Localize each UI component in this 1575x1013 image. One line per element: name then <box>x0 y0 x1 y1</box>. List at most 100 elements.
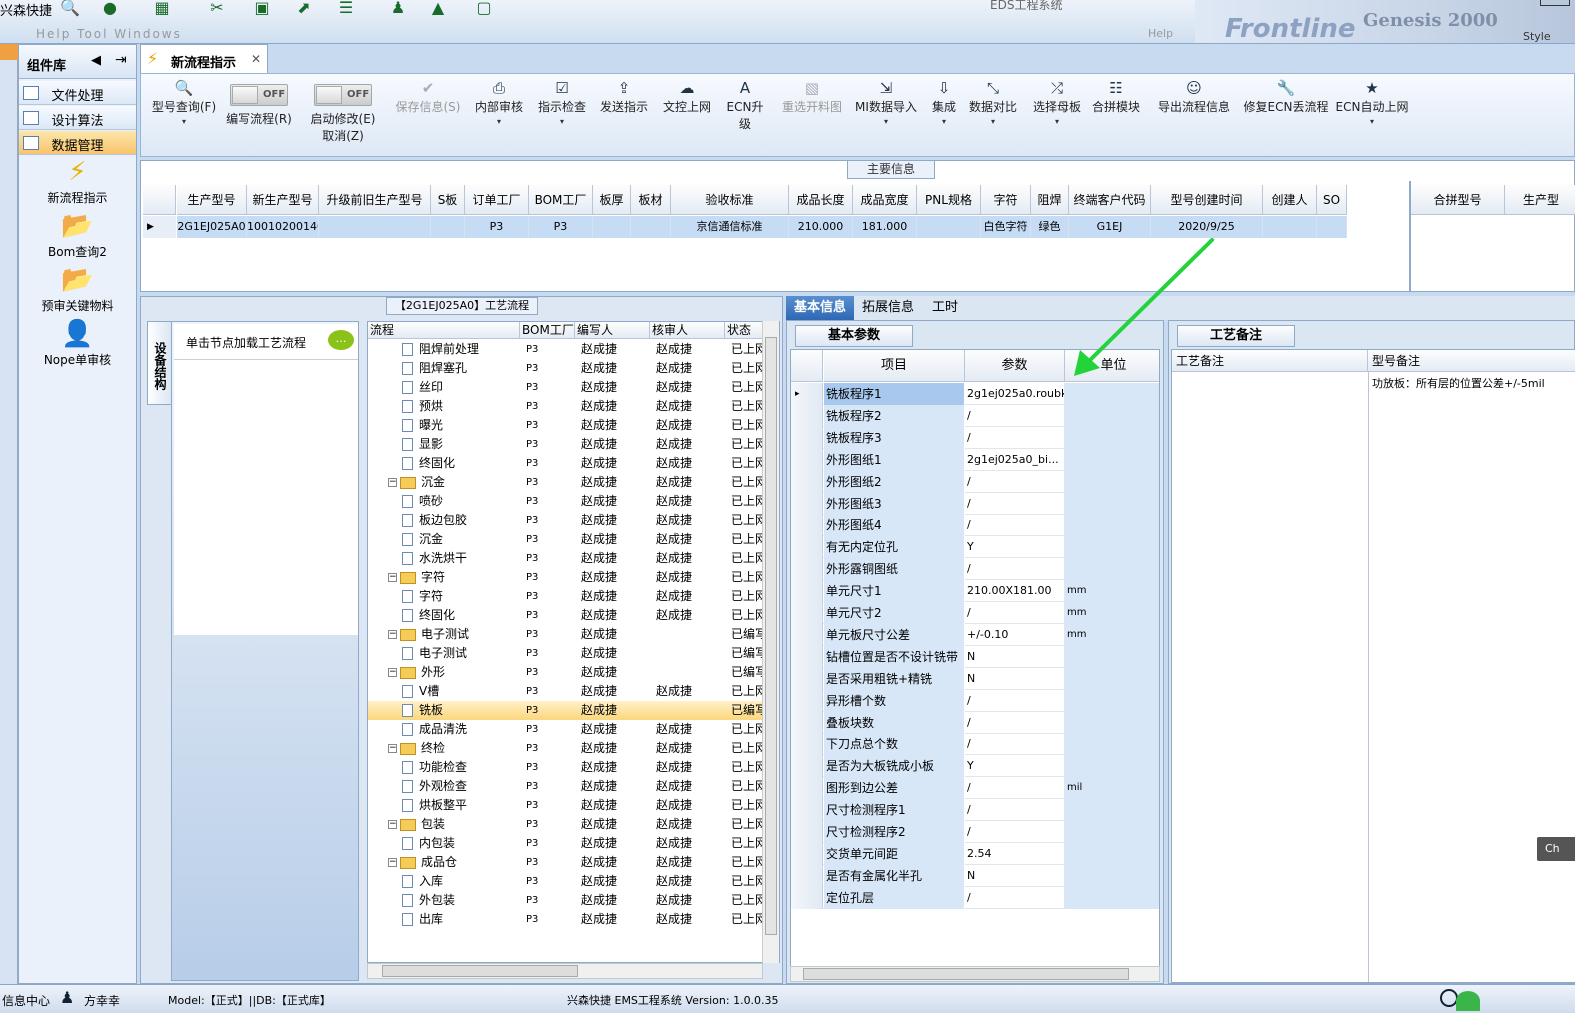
column-header[interactable]: 成品宽度 <box>853 185 917 215</box>
param-row[interactable]: 单元板尺寸公差 +/-0.10 mm <box>791 623 1159 646</box>
search-icon[interactable]: 🔍 <box>58 0 82 16</box>
scissors-icon[interactable]: ✂ <box>205 0 229 16</box>
tree-column-header[interactable]: 核审人 <box>650 322 725 339</box>
window-controls[interactable] <box>1540 0 1570 6</box>
column-header[interactable]: PNL规格 <box>917 185 981 215</box>
tree-row[interactable]: 曝光 P3 赵成捷 赵成捷 已上网 <box>368 416 765 435</box>
grid-cell[interactable]: 210.000 <box>789 216 853 238</box>
param-row[interactable]: 外形图纸2/ <box>791 470 1159 493</box>
tree-row[interactable]: V槽 P3 赵成捷 赵成捷 已上网 <box>368 682 765 701</box>
tree-row[interactable]: − 终检 P3 赵成捷 赵成捷 已上网 <box>368 739 765 758</box>
param-row[interactable]: 外形图纸3/ <box>791 492 1159 515</box>
tree-node[interactable]: 阻焊前处理 <box>402 340 520 359</box>
tree-row[interactable]: 内包装 P3 赵成捷 赵成捷 已上网 <box>368 834 765 853</box>
tree-node[interactable]: − 字符 <box>388 568 520 587</box>
tree-node[interactable]: − 终检 <box>388 739 520 758</box>
param-row[interactable]: 图形到边公差 / mil <box>791 777 1159 800</box>
param-row[interactable]: 是否采用粗铣+精铣 N <box>791 667 1159 690</box>
param-row[interactable]: 是否为大板铣成小板 Y <box>791 755 1159 778</box>
collapse-icon[interactable]: − <box>388 858 397 867</box>
tree-row[interactable]: 预烘 P3 赵成捷 赵成捷 已上网 <box>368 397 765 416</box>
param-row[interactable]: ▸ 铣板程序1 2g1ej025a0.roubk <box>791 383 1159 405</box>
tree-row[interactable]: − 外形 P3 赵成捷 已编写 <box>368 663 765 682</box>
param-row[interactable]: 下刀点总个数 / <box>791 733 1159 756</box>
tree-node[interactable]: 入库 <box>402 872 520 891</box>
params-column-header[interactable]: 项目 <box>824 350 965 382</box>
column-header[interactable]: 阻焊 <box>1031 185 1069 215</box>
grid-cell[interactable] <box>593 216 631 238</box>
tree-row[interactable]: 外包装 P3 赵成捷 赵成捷 已上网 <box>368 891 765 910</box>
tree-row[interactable]: 入库 P3 赵成捷 赵成捷 已上网 <box>368 872 765 891</box>
toolbar-button[interactable]: ⇩ 集成 ▾ <box>927 78 961 126</box>
param-row[interactable]: 叠板块数 / <box>791 711 1159 734</box>
export-icon[interactable]: ⬈ <box>292 0 316 16</box>
toolbar-button[interactable]: ☑ 指示检查 ▾ <box>533 78 591 126</box>
grid-cell[interactable]: 白色字符 <box>981 216 1031 238</box>
column-header[interactable]: 订单工厂 <box>465 185 529 215</box>
param-value[interactable]: / <box>965 733 1065 756</box>
param-value[interactable]: / <box>965 514 1065 537</box>
collapse-icon[interactable]: − <box>388 820 397 829</box>
tab-2[interactable]: 工时 <box>922 296 968 320</box>
params-column-header[interactable]: 参数 <box>965 350 1065 382</box>
tree-node[interactable]: V槽 <box>402 682 520 701</box>
param-value[interactable]: / <box>965 821 1065 843</box>
collapse-left-icon[interactable]: ◀ <box>91 53 101 68</box>
column-header[interactable]: BOM工厂 <box>529 185 593 215</box>
grid-cell[interactable] <box>431 216 465 238</box>
tab-new-flow-instruction[interactable]: ⚡ 新流程指示 ✕ <box>140 44 268 74</box>
tree-row[interactable]: 字符 P3 赵成捷 赵成捷 已上网 <box>368 587 765 606</box>
grid-cell[interactable]: 10010200140793 <box>247 216 319 238</box>
grid-cell[interactable]: 京信通信标准 <box>671 216 789 238</box>
tree-row[interactable]: 喷砂 P3 赵成捷 赵成捷 已上网 <box>368 492 765 511</box>
tree-row[interactable]: 水洗烘干 P3 赵成捷 赵成捷 已上网 <box>368 549 765 568</box>
tree-node[interactable]: 水洗烘干 <box>402 549 520 568</box>
param-row[interactable]: 外形露铜图纸 / <box>791 558 1159 581</box>
param-row[interactable]: 单元尺寸2/mm <box>791 602 1159 624</box>
param-value[interactable]: N <box>965 864 1065 887</box>
grid-cell[interactable]: P3 <box>529 216 593 238</box>
column-header[interactable]: 板厚 <box>593 185 631 215</box>
grid-cell[interactable]: P3 <box>465 216 529 238</box>
tree-node[interactable]: 沉金 <box>402 530 520 549</box>
param-value[interactable]: / <box>965 558 1065 581</box>
tree-row[interactable]: 功能检查 P3 赵成捷 赵成捷 已上网 <box>368 758 765 777</box>
cancel-label[interactable]: 取消(Z) <box>307 127 379 144</box>
toolbar-button[interactable]: ☁ 文控上网 <box>659 78 715 115</box>
column-header[interactable]: 成品长度 <box>789 185 853 215</box>
tab-device-structure[interactable]: 设备结构 <box>147 321 171 405</box>
style-menu[interactable]: Style <box>1523 30 1551 43</box>
start-modify-toggle[interactable]: OFF <box>314 84 372 106</box>
grid-cell[interactable] <box>319 216 431 238</box>
param-value[interactable]: / <box>965 404 1065 427</box>
tree-node[interactable]: − 电子测试 <box>388 625 520 644</box>
param-row[interactable]: 是否有金属化半孔 N <box>791 864 1159 887</box>
tree-node[interactable]: 电子测试 <box>402 644 520 663</box>
param-value[interactable]: / <box>965 492 1065 515</box>
tree-node[interactable]: 阻焊塞孔 <box>402 359 520 378</box>
collapse-icon[interactable]: − <box>388 744 397 753</box>
tree-node[interactable]: − 包装 <box>388 815 520 834</box>
tree-row[interactable]: − 沉金 P3 赵成捷 赵成捷 已上网 <box>368 473 765 492</box>
nav-item[interactable]: 数据管理 <box>19 131 136 155</box>
column-header[interactable]: 型号创建时间 <box>1151 185 1263 215</box>
grid-cell[interactable]: 2G1EJ025A0 <box>177 216 247 238</box>
column-header[interactable]: 字符 <box>981 185 1031 215</box>
tree-node[interactable]: 烘板整平 <box>402 796 520 815</box>
collapse-icon[interactable]: − <box>388 668 397 677</box>
save-icon[interactable]: ▣ <box>250 0 274 16</box>
tree-node[interactable]: − 外形 <box>388 663 520 682</box>
tree-node[interactable]: 外观检查 <box>402 777 520 796</box>
tree-node[interactable]: 终固化 <box>402 454 520 473</box>
tree-row[interactable]: 外观检查 P3 赵成捷 赵成捷 已上网 <box>368 777 765 796</box>
side-float-button[interactable]: Ch <box>1537 837 1575 861</box>
toolbar-button[interactable]: A ECN升级 <box>721 78 769 132</box>
tree-node[interactable]: 丝印 <box>402 378 520 397</box>
list-icon[interactable]: ☰ <box>334 0 358 16</box>
tab-0[interactable]: 基本信息 <box>786 296 854 320</box>
column-header[interactable]: 生产型号 <box>177 185 247 215</box>
param-row[interactable]: 外形图纸1 2g1ej025a0_bi... <box>791 448 1159 471</box>
param-row[interactable]: 铣板程序3/ <box>791 426 1159 449</box>
param-value[interactable]: N <box>965 645 1065 668</box>
tree-node[interactable]: 字符 <box>402 587 520 606</box>
